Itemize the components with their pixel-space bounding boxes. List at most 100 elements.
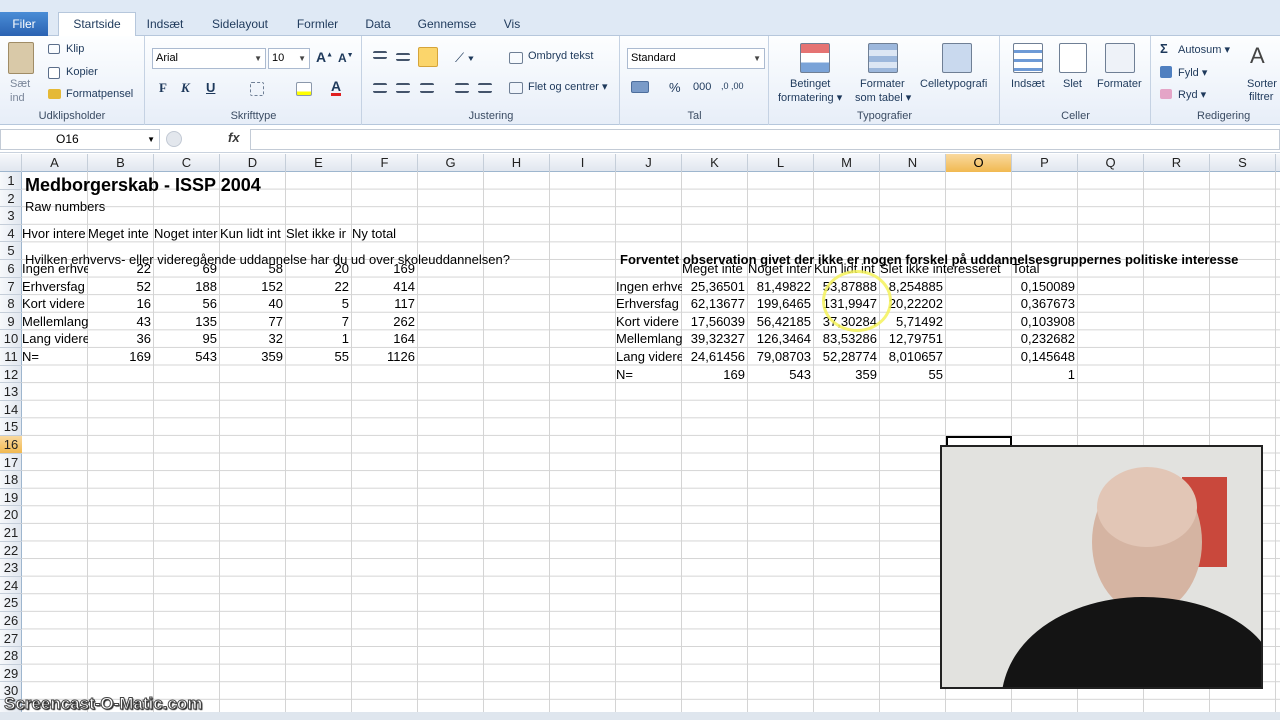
column-header-f[interactable]: F (352, 154, 418, 172)
column-header-q[interactable]: Q (1078, 154, 1144, 172)
tab-data[interactable]: Data (358, 15, 398, 36)
column-header-e[interactable]: E (286, 154, 352, 172)
row-header-21[interactable]: 21 (0, 524, 22, 542)
row-header-18[interactable]: 18 (0, 471, 22, 489)
row-header-22[interactable]: 22 (0, 542, 22, 560)
tab-insert[interactable]: Indsæt (140, 15, 190, 36)
tab-home[interactable]: Startside (58, 12, 136, 37)
orientation-icon[interactable]: ⟋ ▾ (455, 50, 474, 66)
row-header-15[interactable]: 15 (0, 418, 22, 436)
align-center-icon[interactable] (396, 83, 410, 93)
select-all-corner[interactable] (0, 154, 22, 172)
row-header-24[interactable]: 24 (0, 577, 22, 595)
italic-button[interactable]: K (181, 80, 190, 96)
column-header-k[interactable]: K (682, 154, 748, 172)
format-cells-button[interactable]: Formater (1097, 78, 1142, 90)
row-header-28[interactable]: 28 (0, 647, 22, 665)
increase-indent-icon[interactable] (478, 83, 492, 93)
row-header-19[interactable]: 19 (0, 489, 22, 507)
row-header-2[interactable]: 2 (0, 190, 22, 208)
format-painter-button[interactable]: Formatpensel (66, 88, 133, 100)
conditional-formatting-button[interactable]: Betinget (790, 78, 830, 90)
font-name-select[interactable]: Arial ▼ (152, 48, 266, 69)
currency-icon[interactable] (631, 81, 649, 93)
font-size-select[interactable]: 10 ▼ (268, 48, 310, 69)
row-header-25[interactable]: 25 (0, 594, 22, 612)
fill-color-icon[interactable] (296, 82, 312, 96)
column-header-a[interactable]: A (22, 154, 88, 172)
cell-styles-button[interactable]: Celletypografi (920, 78, 987, 90)
column-header-s[interactable]: S (1210, 154, 1276, 172)
column-header-p[interactable]: P (1012, 154, 1078, 172)
align-top-icon[interactable] (373, 51, 387, 59)
row-header-20[interactable]: 20 (0, 506, 22, 524)
font-color-icon[interactable]: A (331, 79, 342, 96)
underline-button[interactable]: U (206, 80, 215, 95)
insert-cells-button[interactable]: Indsæt (1011, 78, 1045, 90)
autosum-button[interactable]: Autosum ▾ (1178, 43, 1230, 56)
align-left-icon[interactable] (373, 83, 387, 93)
format-as-table-button[interactable]: Formater (860, 78, 905, 90)
bold-button[interactable]: F (159, 80, 167, 96)
row-header-12[interactable]: 12 (0, 366, 22, 384)
borders-icon[interactable] (250, 82, 264, 96)
column-header-d[interactable]: D (220, 154, 286, 172)
row-header-13[interactable]: 13 (0, 383, 22, 401)
column-header-h[interactable]: H (484, 154, 550, 172)
align-bottom-icon[interactable] (418, 47, 438, 67)
merge-center-button[interactable]: Flet og centrer ▾ (528, 80, 608, 93)
row-header-16[interactable]: 16 (0, 436, 22, 454)
formula-input[interactable] (250, 129, 1280, 150)
row-header-6[interactable]: 6 (0, 260, 22, 278)
column-header-j[interactable]: J (616, 154, 682, 172)
row-header-4[interactable]: 4 (0, 225, 22, 243)
row-header-8[interactable]: 8 (0, 295, 22, 313)
column-header-c[interactable]: C (154, 154, 220, 172)
tab-review[interactable]: Gennemse (412, 15, 482, 36)
delete-cells-button[interactable]: Slet (1063, 78, 1082, 90)
decimal-buttons[interactable]: ,0 ,00 (721, 81, 744, 91)
column-header-l[interactable]: L (748, 154, 814, 172)
column-header-n[interactable]: N (880, 154, 946, 172)
expand-icon[interactable] (166, 131, 182, 147)
column-header-m[interactable]: M (814, 154, 880, 172)
row-header-3[interactable]: 3 (0, 207, 22, 225)
row-header-9[interactable]: 9 (0, 313, 22, 331)
row-header-27[interactable]: 27 (0, 630, 22, 648)
column-header-r[interactable]: R (1144, 154, 1210, 172)
paste-button[interactable]: Sæt (10, 78, 30, 90)
row-header-7[interactable]: 7 (0, 278, 22, 296)
align-right-icon[interactable] (420, 83, 434, 93)
row-header-17[interactable]: 17 (0, 454, 22, 472)
row-header-10[interactable]: 10 (0, 330, 22, 348)
cut-button[interactable]: Klip (66, 43, 84, 55)
tab-formulas[interactable]: Formler (290, 15, 345, 36)
number-format-select[interactable]: Standard ▼ (627, 48, 765, 69)
row-header-14[interactable]: 14 (0, 401, 22, 419)
column-header-i[interactable]: I (550, 154, 616, 172)
insert-function-icon[interactable]: fx (228, 130, 240, 145)
row-header-29[interactable]: 29 (0, 665, 22, 683)
row-header-5[interactable]: 5 (0, 242, 22, 260)
row-header-11[interactable]: 11 (0, 348, 22, 366)
shrink-font-button[interactable]: A▼ (338, 51, 354, 65)
thousands-button[interactable]: 000 (693, 81, 711, 93)
fill-button[interactable]: Fyld ▾ (1178, 66, 1207, 79)
grow-font-button[interactable]: A▲ (316, 49, 333, 65)
align-middle-icon[interactable] (396, 53, 410, 61)
wrap-text-button[interactable]: Ombryd tekst (528, 50, 593, 62)
row-header-23[interactable]: 23 (0, 559, 22, 577)
row-header-1[interactable]: 1 (0, 172, 22, 190)
copy-button[interactable]: Kopier (66, 66, 98, 78)
clear-button[interactable]: Ryd ▾ (1178, 88, 1206, 101)
column-header-o[interactable]: O (946, 154, 1012, 172)
row-header-26[interactable]: 26 (0, 612, 22, 630)
decrease-indent-icon[interactable] (455, 83, 469, 93)
name-box[interactable]: O16 ▼ (0, 129, 160, 150)
column-header-g[interactable]: G (418, 154, 484, 172)
column-header-b[interactable]: B (88, 154, 154, 172)
tab-file[interactable]: Filer (0, 12, 48, 36)
percent-button[interactable]: % (669, 80, 681, 95)
tab-page-layout[interactable]: Sidelayout (205, 15, 275, 36)
tab-view[interactable]: Vis (497, 15, 527, 36)
